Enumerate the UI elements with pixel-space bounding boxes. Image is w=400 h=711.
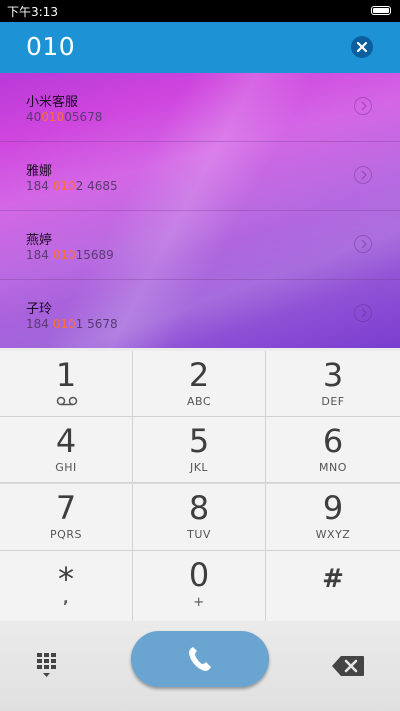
dialpad-icon[interactable] (36, 652, 62, 680)
key-5[interactable]: 5 JKL (133, 417, 266, 483)
call-button[interactable] (131, 631, 269, 687)
close-icon (356, 41, 368, 53)
key-letters: WXYZ (315, 528, 351, 541)
key-digit: 5 (188, 422, 210, 460)
match-highlight: 010 (41, 110, 65, 124)
key-digit: # (322, 564, 344, 594)
key-letters: TUV (187, 528, 211, 541)
key-2[interactable]: 2 ABC (133, 351, 266, 417)
match-highlight: 010 (52, 317, 76, 331)
backspace-icon[interactable] (331, 655, 365, 677)
contact-number: 184 0102 4685 (26, 179, 118, 193)
dial-header: 010 (0, 22, 400, 73)
chevron-right-icon (361, 239, 367, 249)
chevron-right-icon (361, 308, 367, 318)
dialer-action-bar (0, 621, 400, 711)
key-letters: JKL (189, 461, 209, 474)
key-digit: 0 (188, 556, 210, 594)
key-3[interactable]: 3 DEF (266, 351, 400, 417)
key-letters: GHI (55, 461, 77, 474)
key-hash[interactable]: # (266, 551, 400, 621)
contact-number: 184 01015689 (26, 248, 114, 262)
status-time: 下午3:13 (7, 5, 58, 19)
match-highlight: 010 (52, 248, 76, 262)
battery-icon (371, 6, 391, 15)
key-star[interactable]: * , (0, 551, 133, 621)
key-letters: , (63, 591, 69, 607)
contact-row[interactable]: 燕婷 184 01015689 (0, 211, 400, 280)
chevron-right-icon (361, 101, 367, 111)
match-highlight: 010 (52, 179, 76, 193)
key-7[interactable]: 7 PQRS (0, 484, 133, 551)
contact-row[interactable]: 小米客服 4001005678 (0, 73, 400, 142)
key-8[interactable]: 8 TUV (133, 484, 266, 551)
key-digit: 9 (322, 489, 344, 527)
key-digit: 6 (322, 422, 344, 460)
chevron-right-icon (361, 170, 367, 180)
key-letters: MNO (319, 461, 347, 474)
key-letters: ABC (186, 395, 212, 408)
key-digit: 4 (55, 422, 77, 460)
key-1[interactable]: 1 (0, 351, 133, 417)
dialed-number: 010 (26, 32, 76, 61)
key-4[interactable]: 4 GHI (0, 417, 133, 483)
status-bar: 下午3:13 (0, 0, 400, 22)
contact-number: 4001005678 (26, 110, 103, 124)
key-letters: PQRS (50, 528, 82, 541)
contact-detail-button[interactable] (354, 235, 372, 253)
key-digit: 2 (188, 356, 210, 394)
key-6[interactable]: 6 MNO (266, 417, 400, 483)
contact-number: 184 0101 5678 (26, 317, 118, 331)
key-9[interactable]: 9 WXYZ (266, 484, 400, 551)
contact-results-list: 小米客服 4001005678 雅娜 184 0102 4685 燕婷 184 … (0, 73, 400, 348)
key-digit: 3 (322, 356, 344, 394)
key-digit: 1 (55, 356, 77, 394)
contact-detail-button[interactable] (354, 166, 372, 184)
contact-row[interactable]: 子玲 184 0101 5678 (0, 280, 400, 348)
key-letters: DEF (321, 395, 345, 408)
key-0[interactable]: 0 + (133, 551, 266, 621)
phone-icon (189, 647, 211, 671)
key-digit: 7 (55, 489, 77, 527)
contact-name: 小米客服 (26, 95, 79, 110)
contact-detail-button[interactable] (354, 304, 372, 322)
contact-detail-button[interactable] (354, 97, 372, 115)
contact-row[interactable]: 雅娜 184 0102 4685 (0, 142, 400, 211)
contact-name: 雅娜 (26, 164, 53, 179)
clear-input-button[interactable] (351, 36, 373, 58)
key-digit: 8 (188, 489, 210, 527)
voicemail-icon (56, 396, 78, 406)
contact-name: 燕婷 (26, 233, 53, 248)
dial-keypad: 1 2 ABC 3 DEF 4 GHI 5 JKL 6 MNO 7 PQRS 8… (0, 351, 400, 621)
contact-name: 子玲 (26, 302, 53, 317)
key-letters: + (193, 595, 205, 610)
